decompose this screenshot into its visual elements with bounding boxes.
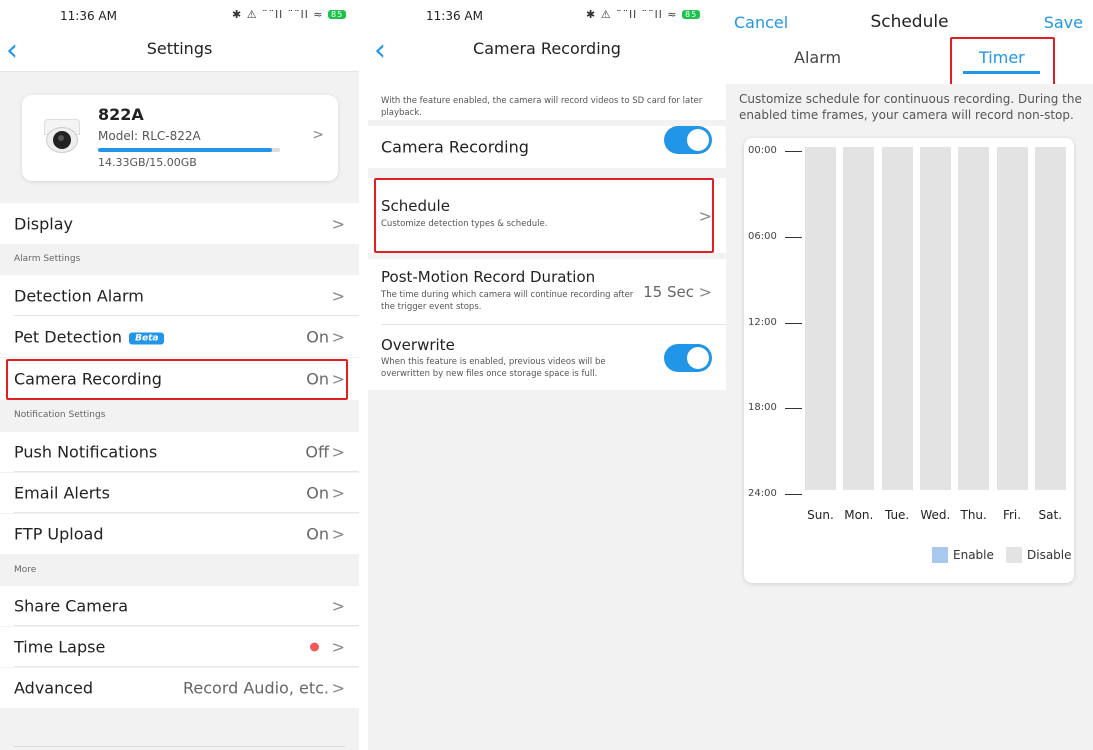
status-time: 11:36 AM — [426, 9, 483, 23]
overwrite-toggle[interactable] — [664, 344, 712, 372]
storage-text: 14.33GB/15.00GB — [98, 156, 197, 169]
camera-recording-toggle[interactable] — [664, 126, 712, 154]
time-tick-label: 24:00 — [748, 488, 777, 499]
time-tick-label: 06:00 — [748, 230, 777, 242]
detection-alarm-row[interactable]: Detection Alarm > — [0, 275, 359, 316]
advanced-row[interactable]: Advanced Record Audio, etc. > — [0, 668, 359, 708]
time-tick-label: 18:00 — [748, 402, 777, 414]
chevron-right-icon: > — [331, 483, 345, 503]
day-label: Mon. — [844, 508, 874, 522]
page-title: Settings — [146, 39, 213, 58]
section-notification-settings: Notification Settings — [14, 410, 106, 420]
day-label: Sun. — [807, 508, 834, 522]
storage-bar-fill — [98, 148, 272, 152]
section-alarm-settings: Alarm Settings — [14, 254, 81, 264]
time-tick-label: 12:00 — [748, 316, 777, 328]
post-motion-row[interactable]: Post-Motion Record Duration The time dur… — [368, 259, 726, 325]
chevron-right-icon: > — [698, 282, 712, 302]
chevron-right-icon: > — [331, 524, 345, 544]
nav-bar: ‹ Camera Recording — [368, 36, 726, 72]
storage-bar — [98, 148, 280, 152]
day-label: Tue. — [884, 508, 910, 522]
day-schedule-bar[interactable] — [805, 147, 836, 490]
battery-icon: 85 — [328, 10, 347, 19]
email-alerts-row[interactable]: Email Alerts On > — [0, 473, 359, 513]
day-schedule-bar[interactable] — [843, 147, 875, 490]
camera-recording-screen: 11:36 AM ✱ ⚠ ¨¨ll ¨¨ll ≈ 85 ‹ Camera Rec… — [368, 0, 726, 750]
legend-enable: Enable — [953, 548, 994, 562]
device-name: 822A — [98, 105, 144, 124]
time-lapse-row[interactable]: Time Lapse > — [0, 627, 359, 667]
schedule-screen: Cancel Schedule Save Alarm Timer Customi… — [726, 0, 1093, 750]
day-schedule-bar[interactable] — [919, 147, 951, 490]
intro-text: With the feature enabled, the camera wil… — [381, 96, 703, 118]
battery-icon: 85 — [682, 10, 701, 19]
pet-detection-row[interactable]: Pet Detection Beta On > — [0, 316, 359, 357]
day-schedule-bar[interactable] — [1034, 147, 1066, 490]
chevron-right-icon: > — [331, 214, 345, 233]
status-bar: 11:36 AM ✱ ⚠ ¨¨ll ¨¨ll ≈ 85 — [0, 0, 359, 36]
chevron-right-icon: > — [331, 637, 345, 657]
legend-disable-swatch — [1006, 547, 1022, 563]
day-label: Sat. — [1038, 508, 1063, 522]
day-label: Thu. — [960, 508, 987, 522]
chevron-right-icon: > — [331, 286, 345, 305]
status-time: 11:36 AM — [60, 9, 117, 23]
device-card[interactable]: 822A Model: RLC-822A 14.33GB/15.00GB > — [22, 95, 338, 181]
device-model: Model: RLC-822A — [98, 129, 201, 143]
save-button[interactable]: Save — [1044, 13, 1083, 32]
nav-bar: ‹ Settings — [0, 36, 359, 72]
tab-alarm[interactable]: Alarm — [794, 48, 841, 67]
highlight-box — [6, 359, 348, 400]
status-bar: 11:36 AM ✱ ⚠ ¨¨ll ¨¨ll ≈ 85 — [368, 0, 726, 36]
day-label: Fri. — [1002, 508, 1022, 522]
day-schedule-bar[interactable] — [958, 147, 990, 490]
overwrite-row: Overwrite When this feature is enabled, … — [368, 326, 726, 390]
divider — [14, 746, 345, 747]
time-tick-line — [785, 494, 802, 495]
settings-screen: 11:36 AM ✱ ⚠ ¨¨ll ¨¨ll ≈ 85 ‹ Settings 8… — [0, 0, 359, 750]
share-camera-row[interactable]: Share Camera > — [0, 586, 359, 626]
time-tick-line — [785, 151, 802, 152]
status-icons: ✱ ⚠ ¨¨ll ¨¨ll ≈ 85 — [586, 8, 701, 21]
schedule-description: Customize schedule for continuous record… — [739, 92, 1082, 122]
day-schedule-bar[interactable] — [881, 147, 913, 490]
highlight-box — [374, 178, 714, 253]
chevron-right-icon: > — [331, 327, 345, 346]
schedule-grid[interactable]: 00:00 06:00 12:00 18:00 24:00 Sun. Mon. Tue. We… — [744, 138, 1074, 583]
time-tick-line — [785, 322, 802, 324]
camera-recording-toggle-row: Camera Recording — [368, 126, 726, 168]
day-schedule-bar[interactable] — [996, 147, 1028, 490]
chevron-right-icon: > — [331, 596, 345, 616]
legend-enable-swatch — [932, 547, 948, 563]
highlight-box — [950, 37, 1055, 87]
status-icons: ✱ ⚠ ¨¨ll ¨¨ll ≈ 85 — [232, 8, 347, 21]
beta-badge: Beta — [129, 332, 165, 344]
section-more: More — [14, 565, 37, 575]
camera-icon — [42, 119, 82, 153]
time-tick-label: 00:00 — [748, 145, 777, 156]
day-label: Wed. — [920, 508, 951, 522]
chevron-right-icon: > — [312, 127, 324, 143]
time-tick-line — [785, 236, 802, 238]
display-row[interactable]: Display > — [0, 203, 359, 244]
page-title: Camera Recording — [473, 39, 621, 58]
legend-disable: Disable — [1027, 548, 1072, 562]
push-notifications-row[interactable]: Push Notifications Off > — [0, 432, 359, 472]
notification-dot-icon — [310, 642, 319, 652]
chevron-right-icon: > — [331, 442, 345, 462]
time-tick-line — [785, 408, 802, 410]
ftp-upload-row[interactable]: FTP Upload On > — [0, 514, 359, 554]
page-title: Schedule — [870, 12, 949, 32]
chevron-right-icon: > — [331, 678, 345, 698]
